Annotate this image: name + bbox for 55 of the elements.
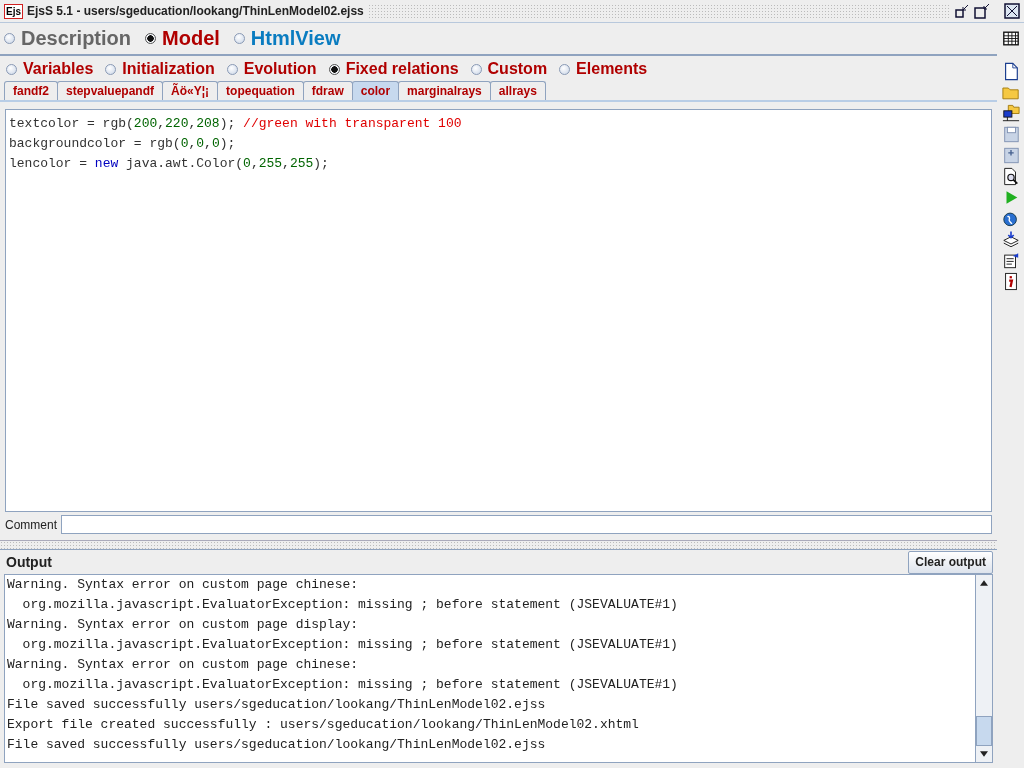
section-radio[interactable]: Fixed relations xyxy=(328,60,459,78)
page-tab[interactable]: stepvaluepandf xyxy=(57,81,164,100)
radio-dot-icon[interactable] xyxy=(105,63,117,75)
close-icon[interactable] xyxy=(1004,3,1020,19)
page-tab[interactable]: fandf2 xyxy=(4,81,58,100)
radio-dot-icon[interactable] xyxy=(226,63,238,75)
clear-output-button[interactable]: Clear output xyxy=(908,550,993,574)
section-radio[interactable]: Initialization xyxy=(105,60,215,78)
window-title: EjsS 5.1 - users/sgeducation/lookang/ThinLenModel02.ejss xyxy=(27,4,364,18)
output-title: Output xyxy=(6,554,52,570)
output-line: Warning. Syntax error on custom page chinese: xyxy=(7,576,360,594)
section-radio[interactable]: Elements xyxy=(559,60,648,78)
comment-field[interactable] xyxy=(61,515,992,534)
radio-dot-icon[interactable] xyxy=(4,33,15,44)
scrollbar-thumb[interactable] xyxy=(976,716,992,746)
network-folder-icon[interactable] xyxy=(1001,104,1020,123)
radio-dot-icon[interactable] xyxy=(233,33,245,44)
section-radio[interactable]: Custom xyxy=(470,60,548,78)
radio-dot-icon[interactable] xyxy=(559,63,571,75)
output-line: org.mozilla.javascript.EvaluatorException: missing ; before statement (JSEVALUATE#1) xyxy=(21,596,679,614)
comment-label: Comment xyxy=(5,517,57,532)
app-logo: Ejs xyxy=(4,3,23,19)
scrollbar[interactable] xyxy=(975,575,992,762)
stack-icon[interactable] xyxy=(1001,230,1020,249)
page-tab[interactable]: marginalrays xyxy=(398,81,491,100)
view-radio[interactable]: HtmlView xyxy=(233,27,341,50)
output-line: Export file created successfully : users/sgeducation/lookang/ThinLenModel02.xhtml xyxy=(7,716,640,734)
search-icon[interactable] xyxy=(1001,167,1020,186)
splitter-handle[interactable] xyxy=(0,540,997,549)
section-radio[interactable]: Variables xyxy=(6,60,94,78)
output-line: File saved successfully users/sgeducation/lookang/ThinLenModel02.ejss xyxy=(7,736,547,754)
page-tab[interactable]: Ãö«Y¦¡ xyxy=(162,81,219,100)
radio-dot-icon[interactable] xyxy=(145,33,157,44)
output-line: Warning. Syntax error on custom page display: xyxy=(7,616,360,634)
restore-icon[interactable] xyxy=(974,3,990,19)
view-radio[interactable]: Model xyxy=(145,27,220,50)
radio-dot-icon[interactable] xyxy=(470,63,482,75)
page-tab[interactable]: allrays xyxy=(489,81,546,100)
table-icon[interactable] xyxy=(1001,29,1020,48)
code-line: lencolor = new java.awt.Color(0,255,255); xyxy=(9,155,330,173)
view-radio[interactable]: Description xyxy=(4,27,132,50)
output-line: File saved successfully users/sgeducation/lookang/ThinLenModel02.ejss xyxy=(7,696,547,714)
clipboard-icon[interactable] xyxy=(1001,251,1020,270)
page-tab[interactable]: topequation xyxy=(217,81,304,100)
page-tab[interactable]: color xyxy=(351,81,400,100)
code-editor[interactable]: textcolor = rgb(200,220,208); //green with transparent 100 backgroundcolor = rgb(0,0,0); lencolor = new java.awt.Color(0,255,255); xyxy=(5,109,992,512)
code-line: textcolor = rgb(200,220,208); //green with transparent 100 xyxy=(9,115,463,133)
radio-dot-icon[interactable] xyxy=(6,63,17,75)
code-line: backgroundcolor = rgb(0,0,0); xyxy=(9,135,237,153)
output-line: org.mozilla.javascript.EvaluatorException: missing ; before statement (JSEVALUATE#1) xyxy=(21,636,679,654)
output-line: org.mozilla.javascript.EvaluatorException: missing ; before statement (JSEVALUATE#1) xyxy=(21,676,679,694)
output-line: Warning. Syntax error on custom page chinese: xyxy=(7,656,360,674)
minimize-icon[interactable] xyxy=(954,3,970,19)
radio-dot-icon[interactable] xyxy=(328,63,340,75)
section-radio[interactable]: Evolution xyxy=(226,60,317,78)
